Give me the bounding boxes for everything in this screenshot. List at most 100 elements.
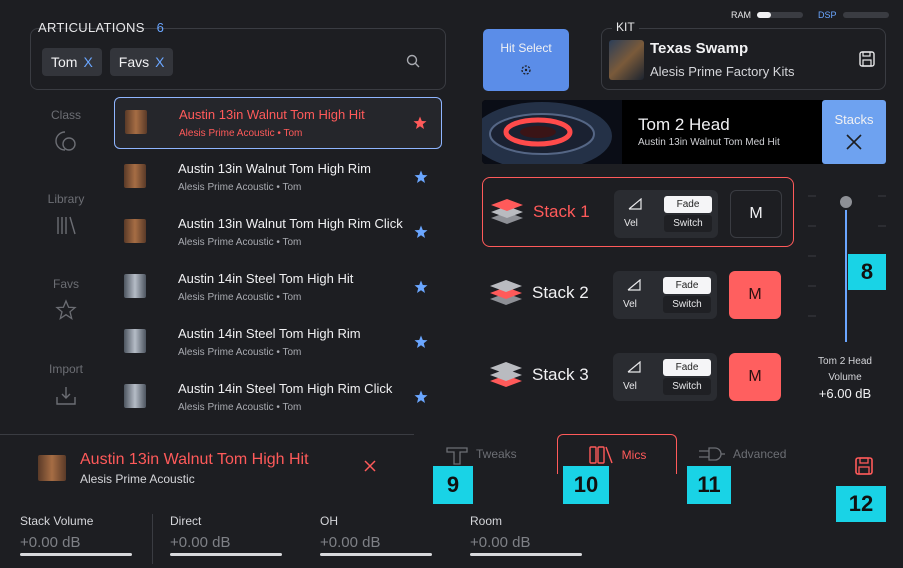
drum-subtitle: Austin 13in Walnut Tom Med Hit [638,137,780,148]
articulations-title: ARTICULATIONS 6 [38,20,164,35]
ram-bar [757,12,803,18]
list-item-sub: Alesis Prime Acoustic • Tom [178,292,302,303]
mixer-slider[interactable] [470,553,582,556]
dsp-label: DSP [818,10,837,20]
close-icon [846,134,862,150]
list-item-sub: Alesis Prime Acoustic • Tom [178,237,302,248]
list-item-sub: Alesis Prime Acoustic • Tom [178,402,302,413]
filter-chips: Tom X Favs X [42,48,181,76]
filter-chip-tom[interactable]: Tom X [42,48,102,76]
mixer-slider[interactable] [320,553,432,556]
list-item[interactable]: Austin 14in Steel Tom High Hit Alesis Pr… [114,262,442,314]
mixer-value: +0.00 dB [170,534,231,551]
tab-label: Mics [621,447,647,462]
list-item-name: Austin 13in Walnut Tom High Hit [179,107,365,122]
sidebar-item-label: Favs [52,277,79,291]
mixer-direct[interactable]: Direct +0.00 dB [170,514,310,556]
favorite-star-icon[interactable] [414,280,428,294]
callout-badge-11: 11 [687,466,731,504]
favorite-star-icon[interactable] [414,335,428,349]
save-preset-icon[interactable] [854,456,874,476]
favorite-star-icon[interactable] [414,390,428,404]
kit-library: Alesis Prime Factory Kits [650,64,795,79]
fade-option[interactable]: Fade [663,359,711,376]
tab-label: Advanced [733,447,787,461]
list-item[interactable]: Austin 13in Walnut Tom High Hit Alesis P… [114,97,442,149]
list-item[interactable]: Austin 13in Walnut Tom High Rim Click Al… [114,207,442,259]
import-icon [56,387,76,405]
list-item-name: Austin 13in Walnut Tom High Rim Click [178,216,403,231]
filter-chip-favs[interactable]: Favs X [109,48,174,76]
stacks-button[interactable]: Stacks [822,100,886,164]
dsp-meter: DSP [818,10,889,20]
selected-hit-name: Austin 13in Walnut Tom High Hit [80,451,309,468]
hit-select-button[interactable]: Hit Select [483,29,569,91]
vel-label: Vel [624,218,638,229]
vel-label: Vel [623,381,637,392]
search-icon[interactable] [406,54,420,68]
layers-icon [491,199,523,224]
kit-name: Texas Swamp [650,40,749,57]
mixer-stack-volume[interactable]: Stack Volume +0.00 dB [20,514,160,556]
stack-row-2[interactable]: Stack 2 Vel Fade Switch M [482,259,794,329]
mixer-divider [152,514,153,564]
mute-button[interactable]: M [730,190,782,238]
list-item-name: Austin 14in Steel Tom High Rim [178,326,361,341]
remove-chip-icon[interactable]: X [155,54,164,70]
advanced-icon [699,447,725,461]
mixer-oh[interactable]: OH +0.00 dB [320,514,460,556]
stack-label: Stack 1 [533,202,590,221]
stack-label: Stack 2 [532,283,589,302]
mute-button[interactable]: M [729,353,781,401]
library-icon [57,216,76,235]
sidebar-item-library[interactable]: Library [38,192,94,236]
class-icon [55,131,76,151]
divider [0,434,414,435]
velocity-curve-icon [627,361,641,373]
favorite-star-icon[interactable] [414,225,428,239]
ram-meter: RAM [731,10,803,20]
sidebar-item-import[interactable]: Import [38,362,94,408]
switch-option[interactable]: Switch [663,296,711,313]
articulations-count: 6 [156,20,165,35]
mixer-value: +0.00 dB [320,534,381,551]
mixer-value: +0.00 dB [20,534,81,551]
stack-row-3[interactable]: Stack 3 Vel Fade Switch M [482,341,794,411]
list-item[interactable]: Austin 14in Steel Tom High Rim Alesis Pr… [114,317,442,369]
list-item[interactable]: Austin 13in Walnut Tom High Rim Alesis P… [114,152,442,204]
sidebar-item-label: Import [48,362,83,376]
sidebar-item-favs[interactable]: Favs [38,277,94,321]
volume-label: Tom 2 Head Volume +6.00 dB [800,354,890,402]
close-icon[interactable] [364,460,376,472]
layers-icon [490,280,522,305]
stack-row-1[interactable]: Stack 1 Vel Fade Switch M [482,177,794,247]
target-icon [521,65,531,75]
drum-thumbnail [124,329,146,353]
filter-chip-label: Tom [51,54,78,70]
mute-button[interactable]: M [729,271,781,319]
fade-option[interactable]: Fade [663,277,711,294]
mixer-room[interactable]: Room +0.00 dB [470,514,610,556]
selected-hit-library: Alesis Prime Acoustic [80,472,195,486]
list-item[interactable]: Austin 14in Steel Tom High Rim Click Ale… [114,372,442,424]
drum-thumbnail [124,274,146,298]
mixer-label: Stack Volume [20,514,94,528]
mixer-label: Room [470,514,503,528]
favorite-star-icon[interactable] [413,116,427,130]
favorite-star-icon[interactable] [414,170,428,184]
save-kit-icon[interactable] [858,50,876,68]
layers-icon [490,362,522,387]
callout-badge-10: 10 [563,466,609,504]
mics-icon [588,445,613,464]
sidebar-item-class[interactable]: Class [38,108,94,152]
switch-option[interactable]: Switch [664,215,712,232]
velocity-mode-control: Vel Fade Switch [614,190,718,238]
fade-option[interactable]: Fade [664,196,712,213]
switch-option[interactable]: Switch [663,378,711,395]
tab-label: Tweaks [476,447,517,461]
list-item-sub: Alesis Prime Acoustic • Tom [178,347,302,358]
mixer-value: +0.00 dB [470,534,531,551]
mixer-slider[interactable] [20,553,132,556]
mixer-slider[interactable] [170,553,282,556]
remove-chip-icon[interactable]: X [83,54,92,70]
